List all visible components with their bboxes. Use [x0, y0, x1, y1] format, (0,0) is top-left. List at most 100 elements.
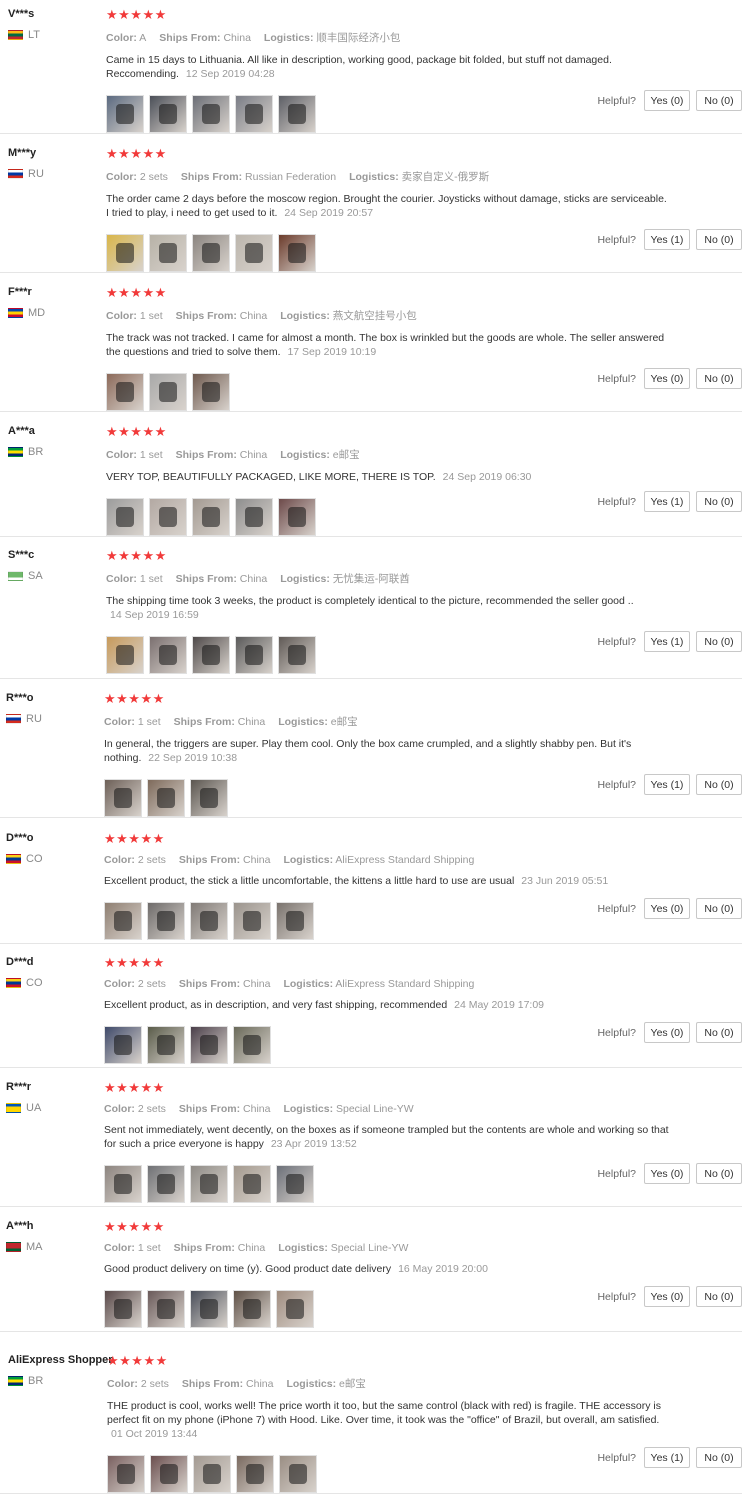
- helpful-yes-button[interactable]: Yes (0): [644, 1022, 690, 1043]
- review-photo-thumbnail[interactable]: [279, 1455, 317, 1493]
- helpful-no-button[interactable]: No (0): [696, 491, 742, 512]
- review-photo-thumbnail[interactable]: [106, 95, 144, 133]
- color-value: 2 sets: [140, 1378, 169, 1390]
- review-photo-thumbnail[interactable]: [106, 498, 144, 536]
- helpful-no-button[interactable]: No (0): [696, 898, 742, 919]
- helpful-no-button[interactable]: No (0): [696, 368, 742, 389]
- review-photo-thumbnail[interactable]: [149, 95, 187, 133]
- helpful-no-button[interactable]: No (0): [696, 631, 742, 652]
- helpful-no-button[interactable]: No (0): [696, 1286, 742, 1307]
- review-photo-thumbnail[interactable]: [104, 779, 142, 817]
- review-content: Excellent product, as in description, an…: [104, 999, 448, 1011]
- helpful-no-button[interactable]: No (0): [696, 1022, 742, 1043]
- logistics-value: e邮宝: [339, 1378, 366, 1390]
- ships-from-label: Ships From:: [181, 1378, 244, 1390]
- review-photo-thumbnail[interactable]: [233, 1290, 271, 1328]
- ships-from-label: Ships From:: [178, 978, 241, 990]
- review-photo-thumbnail[interactable]: [192, 234, 230, 272]
- review-photo-thumbnail[interactable]: [278, 234, 316, 272]
- review-photo-thumbnail[interactable]: [147, 779, 185, 817]
- review-photo-thumbnail[interactable]: [235, 498, 273, 536]
- review-photo-thumbnail[interactable]: [190, 1290, 228, 1328]
- review-photo-thumbnail[interactable]: [278, 498, 316, 536]
- review-photo-thumbnail[interactable]: [104, 902, 142, 940]
- review-photo-thumbnail[interactable]: [147, 902, 185, 940]
- review-photo-thumbnail[interactable]: [190, 1165, 228, 1203]
- review-photo-thumbnail[interactable]: [192, 95, 230, 133]
- review-body: ★★★★★ Color: 1 set Ships From: China Logist…: [104, 692, 669, 817]
- helpful-yes-button[interactable]: Yes (1): [644, 631, 690, 652]
- helpful-yes-button[interactable]: Yes (0): [644, 90, 690, 111]
- review-photo-thumbnail[interactable]: [192, 498, 230, 536]
- helpful-yes-button[interactable]: Yes (0): [644, 1163, 690, 1184]
- review-photo-thumbnail[interactable]: [149, 636, 187, 674]
- review-photo-thumbnail[interactable]: [278, 636, 316, 674]
- helpful-yes-button[interactable]: Yes (0): [644, 898, 690, 919]
- review-photo-thumbnail[interactable]: [190, 902, 228, 940]
- helpful-yes-button[interactable]: Yes (1): [644, 1447, 690, 1468]
- review-photo-thumbnail[interactable]: [276, 902, 314, 940]
- review-photo-thumbnail[interactable]: [278, 95, 316, 133]
- review-photo-thumbnail[interactable]: [147, 1026, 185, 1064]
- review-item: S***c SA ★★★★★ Color: 1 set Ships From: Chin…: [0, 549, 742, 679]
- reviewer-info: S***c SA: [8, 549, 43, 582]
- helpful-no-button[interactable]: No (0): [696, 1163, 742, 1184]
- helpful-no-button[interactable]: No (0): [696, 774, 742, 795]
- review-photo-thumbnail[interactable]: [276, 1290, 314, 1328]
- logistics-label: Logistics:: [283, 978, 334, 990]
- country-flag-icon: [6, 1242, 21, 1252]
- review-photo-thumbnail[interactable]: [106, 234, 144, 272]
- reviewer-name: S***c: [8, 549, 35, 561]
- review-photo-thumbnail[interactable]: [150, 1455, 188, 1493]
- helpful-no-button[interactable]: No (0): [696, 90, 742, 111]
- review-item: R***r UA ★★★★★ Color: 2 sets Ships From: Chi…: [0, 1081, 742, 1207]
- review-photo-thumbnail[interactable]: [149, 234, 187, 272]
- review-photo-thumbnail[interactable]: [149, 498, 187, 536]
- ships-from-label: Ships From:: [180, 171, 243, 183]
- review-photo-thumbnail[interactable]: [235, 95, 273, 133]
- review-body: ★★★★★ Color: 2 sets Ships From: China Logis…: [104, 956, 669, 1064]
- review-photo-thumbnail[interactable]: [190, 779, 228, 817]
- logistics-label: Logistics:: [278, 1242, 328, 1254]
- rating-stars: ★★★★★: [107, 1353, 168, 1368]
- reviewer-country: BR: [8, 446, 43, 458]
- helpful-no-button[interactable]: No (0): [696, 229, 742, 250]
- review-photo-thumbnail[interactable]: [147, 1165, 185, 1203]
- reviewer-info: R***o RU: [6, 692, 42, 725]
- review-photo-thumbnail[interactable]: [190, 1026, 228, 1064]
- helpful-label: Helpful?: [597, 778, 636, 791]
- review-photo-thumbnail[interactable]: [233, 1165, 271, 1203]
- helpful-yes-button[interactable]: Yes (0): [644, 368, 690, 389]
- helpful-yes-button[interactable]: Yes (1): [644, 774, 690, 795]
- reviewer-country: RU: [8, 168, 44, 180]
- review-photo-thumbnail[interactable]: [149, 373, 187, 411]
- review-photo-thumbnail[interactable]: [236, 1455, 274, 1493]
- review-text: In general, the triggers are super. Play…: [104, 737, 669, 765]
- color-value: 2 sets: [139, 171, 168, 183]
- helpful-yes-button[interactable]: Yes (1): [644, 491, 690, 512]
- review-photos: [106, 636, 671, 674]
- review-photo-thumbnail[interactable]: [233, 1026, 271, 1064]
- review-photo-thumbnail[interactable]: [104, 1026, 142, 1064]
- order-info: Color: 2 sets Ships From: China Logistics:…: [104, 1103, 669, 1115]
- helpful-yes-button[interactable]: Yes (0): [644, 1286, 690, 1307]
- review-photo-thumbnail[interactable]: [192, 636, 230, 674]
- reviewer-info: R***r UA: [6, 1081, 41, 1114]
- helpful-yes-button[interactable]: Yes (1): [644, 229, 690, 250]
- review-photo-thumbnail[interactable]: [106, 373, 144, 411]
- review-photo-thumbnail[interactable]: [192, 373, 230, 411]
- review-photo-thumbnail[interactable]: [104, 1165, 142, 1203]
- review-photo-thumbnail[interactable]: [106, 636, 144, 674]
- review-photo-thumbnail[interactable]: [276, 1165, 314, 1203]
- review-photo-thumbnail[interactable]: [107, 1455, 145, 1493]
- review-photo-thumbnail[interactable]: [193, 1455, 231, 1493]
- review-photo-thumbnail[interactable]: [233, 902, 271, 940]
- logistics-label: Logistics:: [280, 310, 330, 322]
- review-photo-thumbnail[interactable]: [147, 1290, 185, 1328]
- review-item: R***o RU ★★★★★ Color: 1 set Ships From: Chin…: [0, 692, 742, 818]
- review-photo-thumbnail[interactable]: [235, 636, 273, 674]
- review-photo-thumbnail[interactable]: [235, 234, 273, 272]
- review-photo-thumbnail[interactable]: [104, 1290, 142, 1328]
- review-photos: [106, 95, 671, 133]
- helpful-no-button[interactable]: No (0): [696, 1447, 742, 1468]
